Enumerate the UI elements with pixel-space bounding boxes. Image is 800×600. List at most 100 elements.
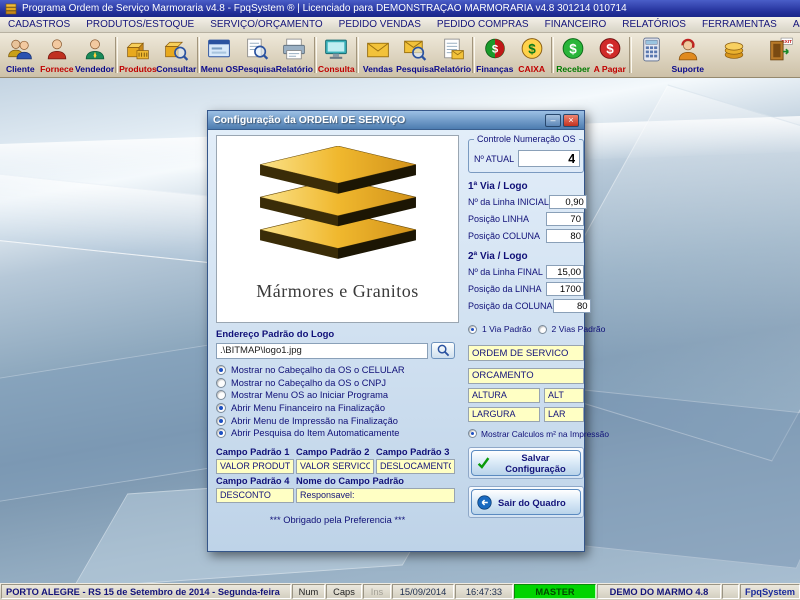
menu-relatorios[interactable]: RELATÓRIOS	[614, 19, 694, 30]
radio-indicator	[468, 324, 477, 334]
radio-indicator	[537, 324, 547, 334]
altura-field[interactable]	[468, 387, 540, 403]
toolbar-suporte-button[interactable]: Suporte	[670, 34, 707, 76]
toolbar-receber-button[interactable]: $ Receber	[555, 34, 592, 76]
toolbar-calculadora-button[interactable]	[633, 34, 670, 76]
radio-1-via-padrao[interactable]: 1 Via Padrão	[468, 323, 532, 336]
toolbar-pesquisa-os-button[interactable]: Pesquisa	[238, 34, 276, 76]
browse-logo-button[interactable]	[431, 342, 455, 359]
close-icon[interactable]: ×	[563, 113, 579, 127]
toolbar-separator	[550, 37, 554, 73]
toolbar-a-pagar-button[interactable]: $ A Pagar	[591, 34, 628, 76]
logo-path-input[interactable]	[216, 342, 428, 359]
toolbar-vendedor-label: Vendedor	[75, 64, 115, 74]
dialog-window-buttons: – ×	[545, 113, 579, 127]
campo2-input[interactable]	[296, 458, 374, 474]
campo4-input[interactable]	[216, 487, 294, 503]
back-arrow-icon	[477, 495, 492, 510]
radio-indicator	[216, 390, 226, 401]
linha-inicial-input[interactable]	[548, 195, 587, 209]
toolbar: Cliente Fornece Vendedor Produtos Consul…	[0, 33, 800, 78]
toolbar-vendas-button[interactable]: Vendas	[360, 34, 397, 76]
toolbar-pesquisa-vendas-button[interactable]: Pesquisa	[396, 34, 434, 76]
exit-icon: EXIT	[766, 35, 794, 64]
option-cnpj[interactable]: Mostrar no Cabeçalho da OS o CNPJ	[216, 377, 459, 390]
svg-text:$: $	[569, 42, 577, 57]
toolbar-menu-os-button[interactable]: Menu OS	[201, 34, 238, 76]
menu-pedido-vendas[interactable]: PEDIDO VENDAS	[331, 19, 429, 30]
dialog-titlebar[interactable]: Configuração da ORDEM DE SERVIÇO – ×	[208, 111, 584, 130]
linha-final-input[interactable]	[546, 265, 584, 279]
posicao-coluna-input[interactable]	[546, 229, 584, 243]
toolbar-consultar-button[interactable]: Consultar	[156, 34, 196, 76]
menu-ajuda[interactable]: AJUDA	[785, 19, 800, 30]
via1-row-posicao-coluna: Posição COLUNA	[468, 229, 584, 243]
orcamento-field[interactable]	[468, 367, 584, 384]
menubar: CADASTROS PRODUTOS/ESTOQUE SERVIÇO/ORÇAM…	[0, 17, 800, 33]
numero-atual-row: Nº ATUAL	[474, 150, 581, 167]
toolbar-sair-button[interactable]: EXIT	[761, 34, 798, 76]
status-user-badge: MASTER	[514, 584, 596, 599]
option-pesquisa-item[interactable]: Abrir Pesquisa do Item Automaticamente	[216, 427, 459, 440]
radio-2-vias-padrao[interactable]: 2 Vias Padrão	[537, 323, 605, 336]
exit-dialog-button[interactable]: Sair do Quadro	[471, 489, 581, 516]
option-menu-os-iniciar[interactable]: Mostrar Menu OS ao Iniciar Programa	[216, 389, 459, 402]
report-icon	[280, 35, 308, 64]
ordem-de-servico-field[interactable]	[468, 345, 584, 362]
calculator-icon	[637, 35, 665, 64]
campo1-input[interactable]	[216, 458, 294, 474]
posicao-coluna2-input[interactable]	[552, 299, 591, 313]
radio-indicator	[216, 365, 226, 376]
option-menu-financeiro[interactable]: Abrir Menu Financeiro na Finalização	[216, 402, 459, 415]
campo4-label: Campo Padrão 4	[216, 475, 290, 486]
app-window: Programa Ordem de Serviço Marmoraria v4.…	[0, 0, 800, 600]
status-date: 15/09/2014	[392, 584, 454, 599]
logo-path-row	[216, 342, 459, 359]
menu-ferramentas[interactable]: FERRAMENTAS	[694, 19, 785, 30]
lar-field[interactable]	[544, 406, 584, 422]
toolbar-consulta-label: Consulta	[317, 64, 355, 74]
toolbar-relatorio-vendas-button[interactable]: Relatório	[434, 34, 471, 76]
app-icon	[5, 3, 17, 15]
minimize-icon[interactable]: –	[545, 113, 561, 127]
dialog-left-column: Mármores e Granitos Endereço Padrão do L…	[216, 135, 459, 548]
toolbar-fornece-button[interactable]: Fornece	[39, 34, 76, 76]
status-brand: FpqSystem	[740, 584, 800, 599]
nome-campo-input[interactable]	[296, 487, 455, 503]
toolbar-consulta-button[interactable]: Consulta	[318, 34, 355, 76]
receivables-icon: $	[559, 35, 587, 64]
option-mostrar-calculos[interactable]: Mostrar Calculos m² na Impressão	[468, 428, 609, 441]
toolbar-moedas-button[interactable]	[715, 34, 752, 76]
option-celular[interactable]: Mostrar no Cabeçalho da OS o CELULAR	[216, 364, 459, 377]
posicao-linha-input[interactable]	[546, 212, 584, 226]
largura-row	[468, 406, 584, 422]
numero-atual-input[interactable]	[518, 150, 581, 167]
campo3-label: Campo Padrão 3	[376, 446, 450, 457]
toolbar-vendedor-button[interactable]: Vendedor	[75, 34, 114, 76]
svg-text:$: $	[492, 44, 499, 56]
toolbar-pesquisa-vendas-label: Pesquisa	[396, 64, 434, 74]
largura-field[interactable]	[468, 406, 540, 422]
query-monitor-icon	[322, 35, 350, 64]
menu-pedido-compras[interactable]: PEDIDO COMPRAS	[429, 19, 537, 30]
option-menu-impressao[interactable]: Abrir Menu de Impressão na Finalização	[216, 414, 459, 427]
toolbar-cliente-button[interactable]: Cliente	[2, 34, 39, 76]
toolbar-relatorio-os-button[interactable]: Relatório	[276, 34, 313, 76]
sales-search-icon	[401, 35, 429, 64]
posicao-linha2-input[interactable]	[546, 282, 584, 296]
check-icon	[477, 457, 490, 470]
campo3-input[interactable]	[376, 458, 455, 474]
menu-financeiro[interactable]: FINANCEIRO	[537, 19, 615, 30]
toolbar-produtos-label: Produtos	[119, 64, 157, 74]
toolbar-financas-button[interactable]: $ Finanças	[476, 34, 513, 76]
toolbar-caixa-button[interactable]: $ CAIXA	[513, 34, 550, 76]
toolbar-produtos-button[interactable]: Produtos	[119, 34, 157, 76]
radio-indicator	[216, 415, 226, 426]
alt-field[interactable]	[544, 387, 584, 403]
dialog-body: Mármores e Granitos Endereço Padrão do L…	[208, 130, 609, 553]
menu-cadastros[interactable]: CADASTROS	[0, 19, 78, 30]
menu-produtos-estoque[interactable]: PRODUTOS/ESTOQUE	[78, 19, 202, 30]
menu-servico-orcamento[interactable]: SERVIÇO/ORÇAMENTO	[202, 19, 330, 30]
save-config-button[interactable]: Salvar Configuração	[471, 450, 581, 477]
